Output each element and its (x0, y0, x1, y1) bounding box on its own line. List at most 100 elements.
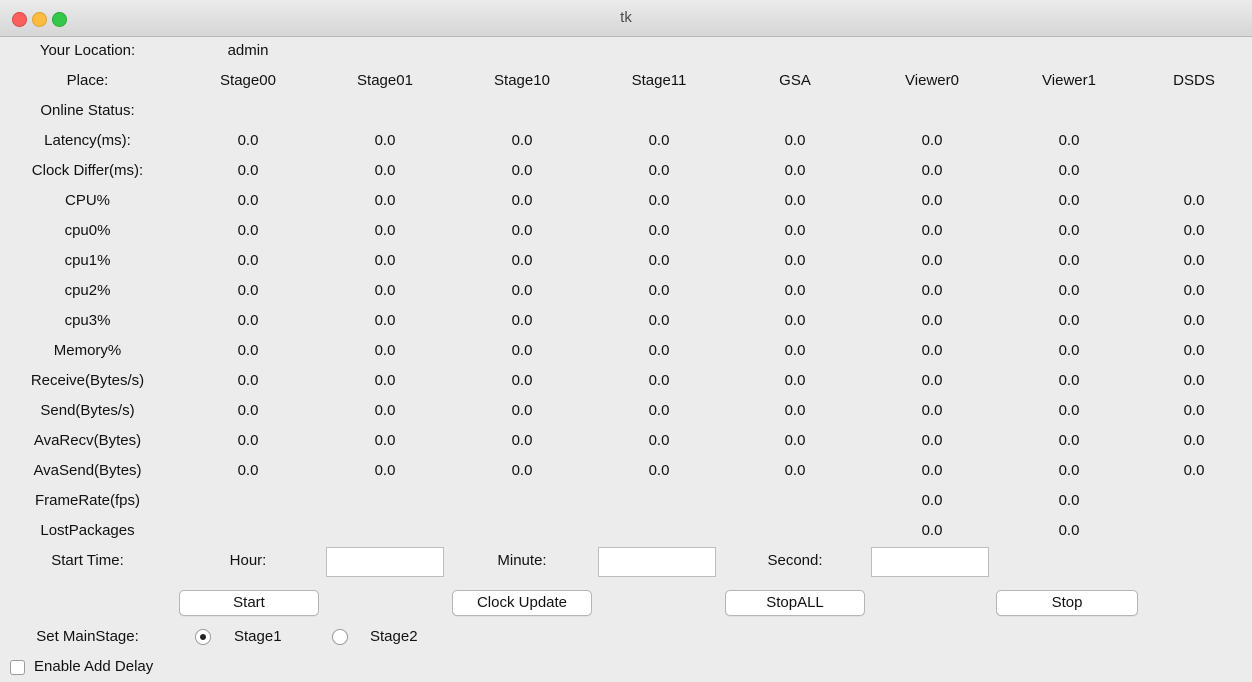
start-button[interactable]: Start (179, 590, 319, 616)
metric-value: 0.0 (1058, 162, 1080, 179)
place-column-header: Stage11 (631, 72, 687, 89)
metric-value: 0.0 (921, 282, 943, 299)
metric-row: cpu2% 0.0 0.0 0.0 0.0 0.0 0.0 0.0 0.0 (0, 276, 1252, 306)
metric-value: 0.0 (237, 222, 259, 239)
stage2-radio[interactable] (332, 629, 348, 645)
metric-value: 0.0 (374, 132, 396, 149)
enable-add-delay-row: Enable Add Delay (0, 652, 1252, 682)
metric-value: 0.0 (1058, 222, 1080, 239)
metric-row: Send(Bytes/s) 0.0 0.0 0.0 0.0 0.0 0.0 0.0 0.0 (0, 396, 1252, 426)
metric-value: 0.0 (511, 192, 533, 209)
metric-value (452, 486, 592, 516)
metric-value: 0.0 (648, 252, 670, 269)
metric-value: 0.0 (784, 372, 806, 389)
metric-value: 0.0 (1183, 282, 1205, 299)
metric-row: LostPackages 0.0 0.0 (0, 516, 1252, 546)
place-label: Place: (66, 72, 109, 89)
metric-row: AvaSend(Bytes) 0.0 0.0 0.0 0.0 0.0 0.0 0.0 0.0 (0, 456, 1252, 486)
minute-input[interactable] (598, 547, 716, 577)
stage2-radio-label[interactable]: Stage2 (370, 622, 418, 652)
window-title: tk (620, 9, 632, 26)
stage1-radio-label[interactable]: Stage1 (234, 622, 282, 652)
metric-value: 0.0 (237, 432, 259, 449)
metric-value: 0.0 (237, 132, 259, 149)
metric-label: cpu0% (64, 222, 111, 239)
metric-value: 0.0 (921, 252, 943, 269)
metric-value: 0.0 (784, 432, 806, 449)
metric-value: 0.0 (374, 372, 396, 389)
metric-value (1136, 156, 1252, 186)
location-value: admin (227, 42, 269, 59)
metric-value: 0.0 (648, 402, 670, 419)
metric-value: 0.0 (921, 492, 943, 509)
metric-value: 0.0 (511, 162, 533, 179)
metric-value: 0.0 (921, 222, 943, 239)
metric-value: 0.0 (648, 372, 670, 389)
metric-value: 0.0 (921, 462, 943, 479)
metric-value: 0.0 (1058, 192, 1080, 209)
metric-value: 0.0 (237, 252, 259, 269)
title-bar: tk (0, 0, 1252, 37)
stop-button[interactable]: Stop (996, 590, 1138, 616)
clock-update-button[interactable]: Clock Update (452, 590, 592, 616)
metric-value (725, 516, 865, 546)
metric-value: 0.0 (784, 252, 806, 269)
metric-label: cpu3% (64, 312, 111, 329)
minute-label: Minute: (497, 552, 547, 569)
second-input[interactable] (871, 547, 989, 577)
metric-value: 0.0 (511, 282, 533, 299)
hour-input[interactable] (326, 547, 444, 577)
metric-value: 0.0 (784, 222, 806, 239)
metric-value: 0.0 (648, 342, 670, 359)
metric-value: 0.0 (1183, 342, 1205, 359)
metric-value: 0.0 (784, 162, 806, 179)
second-label: Second: (767, 552, 823, 569)
metric-value: 0.0 (648, 222, 670, 239)
metric-value: 0.0 (511, 432, 533, 449)
metric-value: 0.0 (511, 132, 533, 149)
enable-add-delay-checkbox[interactable] (10, 660, 25, 675)
metric-value: 0.0 (237, 162, 259, 179)
metric-row: Clock Differ(ms): 0.0 0.0 0.0 0.0 0.0 0.0 0.0 (0, 156, 1252, 186)
metric-value: 0.0 (1058, 492, 1080, 509)
stage1-radio[interactable] (195, 629, 211, 645)
metric-value (1136, 486, 1252, 516)
metric-value (315, 486, 455, 516)
metric-value: 0.0 (921, 312, 943, 329)
metric-value: 0.0 (1183, 372, 1205, 389)
metric-value: 0.0 (648, 282, 670, 299)
metric-row: Memory% 0.0 0.0 0.0 0.0 0.0 0.0 0.0 0.0 (0, 336, 1252, 366)
metric-value (589, 516, 729, 546)
metric-value: 0.0 (511, 222, 533, 239)
place-column-header: Stage10 (494, 72, 550, 89)
place-column-header: Viewer0 (905, 72, 959, 89)
metric-value (178, 516, 318, 546)
stop-all-button[interactable]: StopALL (725, 590, 865, 616)
metric-label: FrameRate(fps) (34, 492, 141, 509)
metric-label: AvaSend(Bytes) (33, 462, 142, 479)
start-time-label: Start Time: (51, 552, 124, 569)
metric-value: 0.0 (511, 252, 533, 269)
hour-label: Hour: (229, 552, 267, 569)
metric-value: 0.0 (374, 432, 396, 449)
metric-value: 0.0 (648, 462, 670, 479)
metric-value: 0.0 (1058, 282, 1080, 299)
metric-value: 0.0 (237, 372, 259, 389)
metric-value (1136, 126, 1252, 156)
metric-value: 0.0 (237, 282, 259, 299)
place-column-header: GSA (779, 72, 811, 89)
metric-value: 0.0 (921, 402, 943, 419)
metric-value (1136, 516, 1252, 546)
metric-label: LostPackages (40, 522, 135, 539)
metric-value: 0.0 (1058, 402, 1080, 419)
metric-value: 0.0 (374, 252, 396, 269)
place-column-header: Stage01 (357, 72, 413, 89)
metric-value: 0.0 (1183, 462, 1205, 479)
metric-value: 0.0 (237, 192, 259, 209)
metric-value (315, 516, 455, 546)
metric-value: 0.0 (784, 132, 806, 149)
enable-add-delay-label[interactable]: Enable Add Delay (34, 652, 153, 682)
metric-value: 0.0 (374, 312, 396, 329)
location-label: Your Location: (39, 42, 136, 59)
metric-value: 0.0 (237, 402, 259, 419)
